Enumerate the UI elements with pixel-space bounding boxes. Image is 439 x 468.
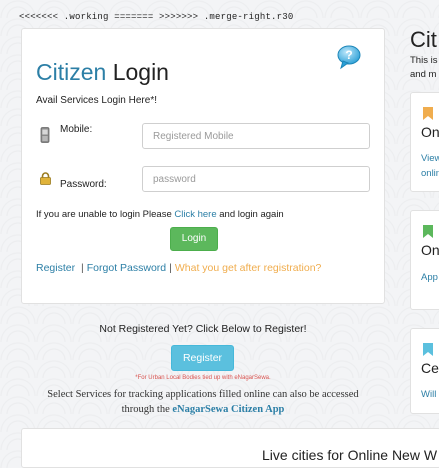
bookmark-icon [423,225,433,238]
account-links: Register | Forgot Password | What you get a… [36,262,321,274]
login-subtitle: Avail Services Login Here*! [36,95,157,106]
citizen-login-card: ? Citizen Login Avail Services Login Her… [21,28,385,304]
password-input[interactable] [142,166,370,192]
help-prefix: If you are unable to login Please [36,209,175,220]
service-card-link[interactable]: App [421,272,438,283]
register-button[interactable]: Register [171,345,234,371]
bookmark-icon [423,107,433,120]
live-cities-card: Live cities for Online New W [21,428,439,468]
enagarsewa-app-link[interactable]: eNagarSewa Citizen App [172,404,284,415]
right-panel-subtext-2: and m [410,69,437,80]
service-card-link[interactable]: View [421,153,439,164]
bookmark-icon [423,343,433,356]
service-card-title: On [421,242,439,258]
service-card-3[interactable]: Ce Will [410,328,439,414]
select-services-text: Select Services for tracking application… [21,387,385,417]
mobile-input[interactable] [142,123,370,149]
after-registration-link[interactable]: What you get after registration? [175,262,322,274]
select-services-prefix: through the [121,404,173,415]
service-card-title: On [421,124,439,140]
login-title-citizen: Citizen [36,59,107,85]
help-suffix: and login again [216,209,284,220]
service-card-2[interactable]: On App [410,210,439,310]
login-title-login: Login [106,59,169,85]
register-link[interactable]: Register [36,262,75,274]
svg-text:?: ? [345,48,352,62]
right-panel-heading: Cit [410,27,437,52]
merge-conflict-marker: <<<<<<< .working ======= >>>>>>> .merge-… [19,12,294,22]
forgot-password-link[interactable]: Forgot Password [87,262,166,274]
service-card-title: Ce [421,360,439,376]
login-button[interactable]: Login [170,227,218,251]
click-here-link[interactable]: Click here [174,209,216,220]
right-panel-subtext-1: This is [410,55,438,66]
service-card-link[interactable]: Will [421,389,436,400]
ulb-note: *For Urban Local Bodies tied up with eNa… [135,375,271,381]
link-separator: | [169,262,172,274]
login-title: Citizen Login [36,59,169,86]
mobile-label: Mobile: [60,124,93,135]
live-cities-title: Live cities for Online New W [262,447,438,463]
not-registered-text: Not Registered Yet? Click Below to Regis… [99,323,307,335]
mobile-phone-icon [40,127,50,148]
service-card-1[interactable]: On View onlin [410,92,439,192]
select-services-line1: Select Services for tracking application… [47,389,359,400]
service-card-link[interactable]: onlin [421,168,439,179]
password-label: Password: [60,179,107,190]
login-help-text: If you are unable to login Please Click … [36,209,284,220]
padlock-icon [40,172,51,190]
help-speech-bubble-icon[interactable]: ? [336,44,362,70]
link-separator: | [81,262,84,274]
